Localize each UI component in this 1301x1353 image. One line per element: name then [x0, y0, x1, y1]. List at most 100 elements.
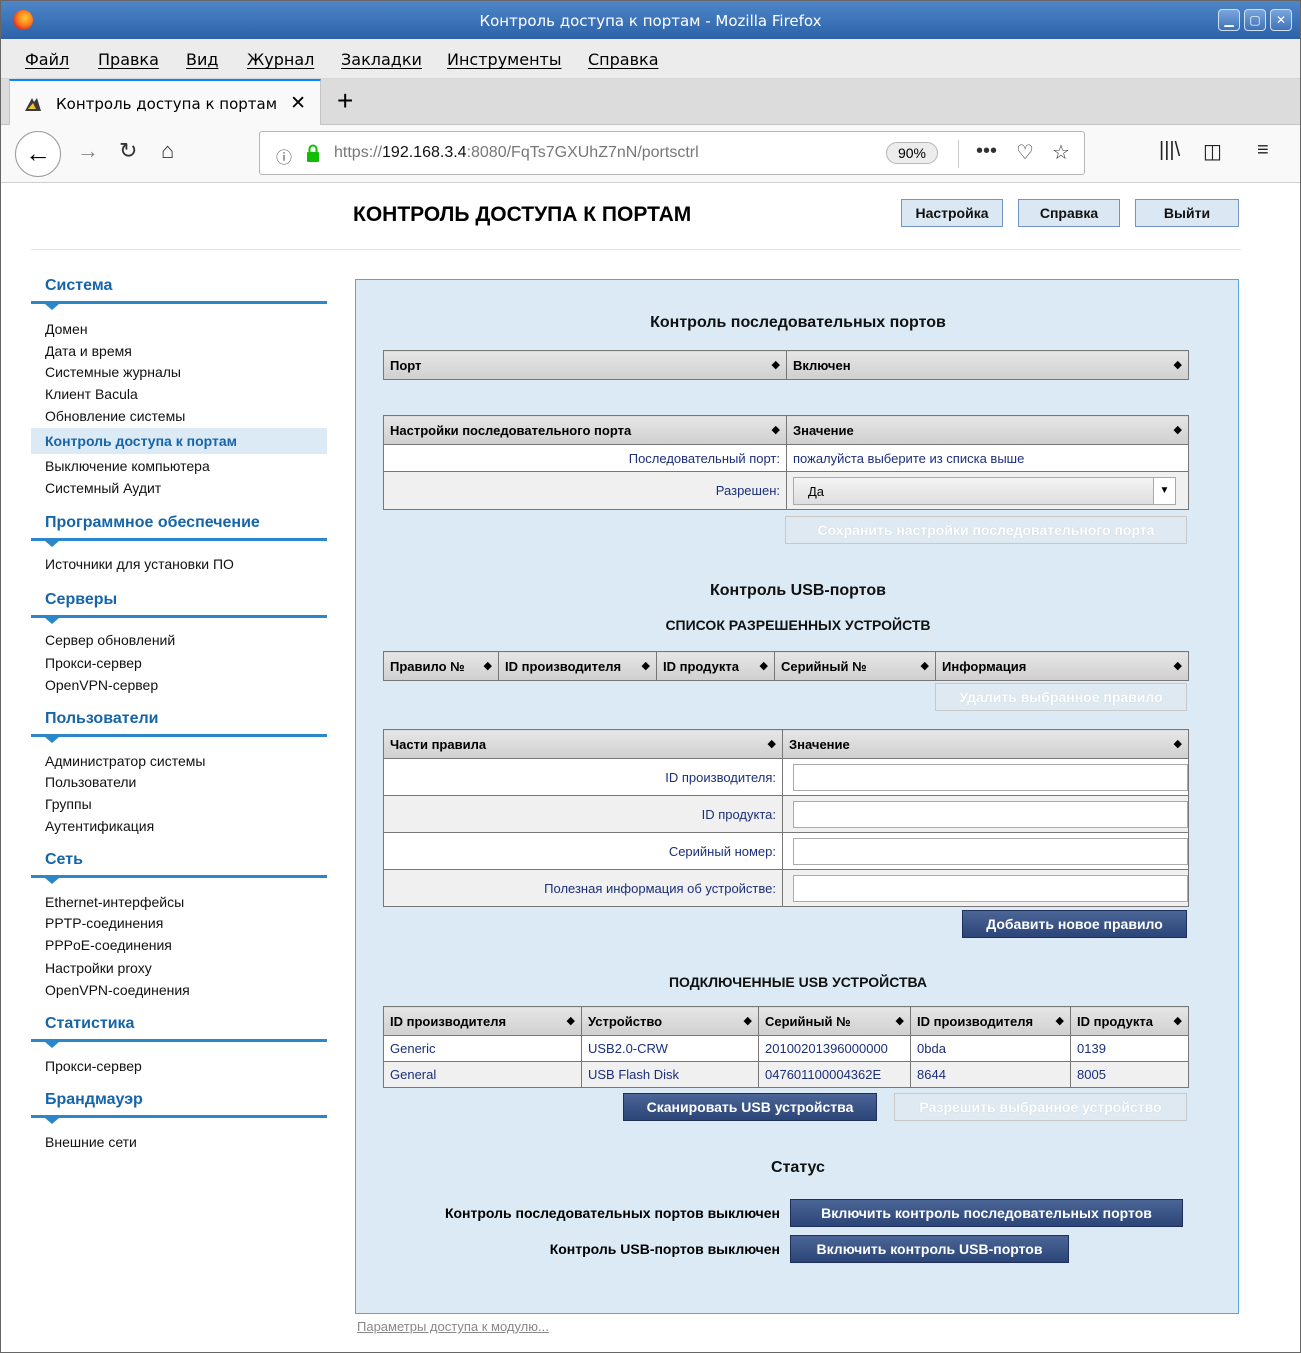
col-conn-product-id[interactable]: ID продукта ◆	[1070, 1006, 1189, 1036]
menu-bookmarks[interactable]: Закладки	[341, 50, 422, 69]
sidebar-item-portctrl[interactable]: Контроль доступа к портам	[45, 433, 237, 449]
cell: 047601100004362E	[758, 1061, 911, 1088]
sidebar-item-syslogs[interactable]: Системные журналы	[45, 364, 181, 380]
serial-number-label: Серийный номер:	[383, 832, 783, 870]
serial-status-text: Контроль последовательных портов выключе…	[444, 1205, 780, 1221]
col-conn-serial[interactable]: Серийный № ◆	[758, 1006, 911, 1036]
table-row[interactable]: Generic USB2.0-CRW 20100201396000000 0bd…	[383, 1035, 1189, 1062]
page-title: КОНТРОЛЬ ДОСТУПА К ПОРТАМ	[353, 203, 692, 226]
minimize-icon[interactable]: ▁	[1218, 9, 1240, 31]
sidebar-item-auth[interactable]: Аутентификация	[45, 818, 154, 834]
product-id-input[interactable]	[793, 800, 1188, 828]
sidebar-item-openvpn-server[interactable]: OpenVPN-сервер	[45, 677, 158, 693]
sidebar-section-users: Пользователи	[45, 710, 159, 727]
col-conn-device[interactable]: Устройство ◆	[581, 1006, 759, 1036]
tab-bar: Контроль доступа к портам ✕ +	[1, 79, 1300, 125]
col-enabled[interactable]: Включен ◆	[786, 350, 1189, 380]
sidebar-item-audit[interactable]: Системный Аудит	[45, 480, 161, 496]
pocket-icon[interactable]: ♡	[1016, 140, 1034, 165]
back-icon[interactable]: ←	[15, 131, 61, 177]
sidebar-item-pptp[interactable]: PPTP-соединения	[45, 915, 163, 931]
bookmark-star-icon[interactable]: ☆	[1052, 140, 1070, 165]
sidebar-item-admin[interactable]: Администратор системы	[45, 753, 205, 769]
enable-serial-control-button[interactable]: Включить контроль последовательных порто…	[790, 1199, 1183, 1227]
menu-view[interactable]: Вид	[186, 50, 218, 69]
col-product-id[interactable]: ID продукта ◆	[656, 651, 775, 681]
col-serial-setting[interactable]: Настройки последовательного порта ◆	[383, 415, 787, 445]
sidebar-item-ethernet[interactable]: Ethernet-интерфейсы	[45, 894, 184, 910]
col-vendor-id[interactable]: ID производителя ◆	[498, 651, 657, 681]
logout-button[interactable]: Выйти	[1135, 199, 1239, 227]
device-info-input[interactable]	[793, 874, 1188, 902]
sidebar-item-groups[interactable]: Группы	[45, 796, 92, 812]
menu-history[interactable]: Журнал	[247, 50, 314, 69]
hamburger-menu-icon[interactable]: ≡	[1257, 139, 1269, 162]
sidebar-item-proxy-settings[interactable]: Настройки proxy	[45, 960, 152, 976]
vendor-id-input[interactable]	[793, 763, 1188, 791]
allow-device-button[interactable]: Разрешить выбранное устройство	[894, 1093, 1187, 1121]
enable-usb-control-button[interactable]: Включить контроль USB-портов	[790, 1235, 1069, 1263]
serial-number-input[interactable]	[793, 837, 1188, 865]
new-tab-icon[interactable]: +	[337, 85, 353, 117]
col-rule-parts[interactable]: Части правила ◆	[383, 729, 783, 759]
close-tab-icon[interactable]: ✕	[290, 92, 306, 115]
sidebar-item-update-server[interactable]: Сервер обновлений	[45, 632, 175, 648]
chevron-down-icon: ▼	[1153, 477, 1175, 504]
page-actions-icon[interactable]: •••	[976, 140, 997, 163]
menu-tools[interactable]: Инструменты	[447, 50, 562, 69]
sidebar-item-stats-proxy[interactable]: Прокси-сервер	[45, 1058, 142, 1074]
library-icon[interactable]: |||\	[1159, 139, 1180, 162]
col-port[interactable]: Порт ◆	[383, 350, 787, 380]
menu-bar: Файл Правка Вид Журнал Закладки Инструме…	[1, 39, 1300, 79]
col-info[interactable]: Информация ◆	[935, 651, 1189, 681]
home-icon[interactable]: ⌂	[161, 138, 174, 164]
cell: 8644	[910, 1061, 1071, 1088]
menu-edit[interactable]: Правка	[98, 50, 159, 69]
help-button[interactable]: Справка	[1018, 199, 1120, 227]
sidebar-item-shutdown[interactable]: Выключение компьютера	[45, 458, 210, 474]
tab-active[interactable]: Контроль доступа к портам ✕	[9, 79, 321, 125]
save-serial-button[interactable]: Сохранить настройки последовательного по…	[785, 516, 1187, 544]
sidebar-item-sources[interactable]: Источники для установки ПО	[45, 556, 234, 572]
sidebar-item-proxy-server[interactable]: Прокси-сервер	[45, 655, 142, 671]
cell: USB2.0-CRW	[581, 1035, 759, 1062]
menu-help[interactable]: Справка	[588, 50, 659, 69]
table-row[interactable]: General USB Flash Disk 047601100004362E …	[383, 1061, 1189, 1088]
col-serial-value[interactable]: Значение ◆	[786, 415, 1189, 445]
sidebar-item-domain[interactable]: Домен	[45, 321, 88, 337]
sidebar-section-servers: Серверы	[45, 591, 118, 608]
col-serial-no[interactable]: Серийный № ◆	[774, 651, 936, 681]
settings-button[interactable]: Настройка	[901, 199, 1003, 227]
url-bar[interactable]: ⓘ https://192.168.3.4:8080/FqTs7GXUhZ7nN…	[259, 131, 1085, 175]
sidebar-section-system: Система	[45, 277, 113, 294]
sidebar-item-datetime[interactable]: Дата и время	[45, 343, 132, 359]
module-access-link[interactable]: Параметры доступа к модулю...	[357, 1319, 549, 1334]
col-conn-vendor[interactable]: ID производителя ◆	[383, 1006, 582, 1036]
maximize-icon[interactable]: ▢	[1244, 9, 1266, 31]
sidebar-item-external-nets[interactable]: Внешние сети	[45, 1134, 137, 1150]
page-content: КОНТРОЛЬ ДОСТУПА К ПОРТАМ Настройка Спра…	[1, 183, 1300, 1353]
status-title: Статус	[771, 1159, 825, 1176]
scan-usb-button[interactable]: Сканировать USB устройства	[623, 1093, 877, 1121]
add-rule-button[interactable]: Добавить новое правило	[962, 910, 1187, 938]
zoom-badge[interactable]: 90%	[886, 142, 938, 164]
cell: USB Flash Disk	[581, 1061, 759, 1088]
sidebar-item-update[interactable]: Обновление системы	[45, 408, 185, 424]
delete-rule-button[interactable]: Удалить выбранное правило	[935, 683, 1187, 711]
close-window-icon[interactable]: ✕	[1270, 9, 1292, 31]
serial-allowed-select[interactable]: Да ▼	[793, 476, 1176, 505]
reload-icon[interactable]: ↻	[119, 138, 137, 164]
sidebar-toggle-icon[interactable]: ◫	[1203, 139, 1222, 164]
serial-port-label: Последовательный порт:	[383, 444, 787, 472]
sidebar-item-users[interactable]: Пользователи	[45, 774, 136, 790]
menu-file[interactable]: Файл	[25, 50, 69, 69]
sidebar-item-openvpn-conn[interactable]: OpenVPN-соединения	[45, 982, 190, 998]
url-text[interactable]: https://192.168.3.4:8080/FqTs7GXUhZ7nN/p…	[334, 144, 699, 162]
col-conn-vendor-id[interactable]: ID производителя ◆	[910, 1006, 1071, 1036]
sidebar-item-bacula[interactable]: Клиент Bacula	[45, 386, 138, 402]
col-rule-no[interactable]: Правило № ◆	[383, 651, 499, 681]
forward-icon[interactable]: →	[77, 138, 99, 164]
col-rule-value[interactable]: Значение ◆	[782, 729, 1189, 759]
info-icon[interactable]: ⓘ	[276, 144, 292, 168]
sidebar-item-pppoe[interactable]: PPPoE-соединения	[45, 937, 172, 953]
